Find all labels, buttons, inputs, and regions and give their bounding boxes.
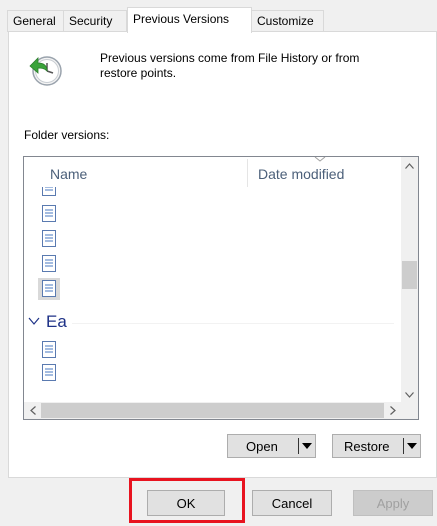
list-item[interactable] — [42, 187, 342, 197]
column-date-label: Date modified — [258, 166, 345, 182]
scrollbar-corner — [401, 402, 418, 419]
list-item[interactable] — [42, 228, 342, 250]
scroll-left-button[interactable] — [24, 402, 41, 419]
document-icon — [42, 364, 56, 381]
scroll-down-button[interactable] — [401, 386, 418, 403]
chevron-down-icon[interactable] — [28, 316, 40, 326]
tab-customize[interactable]: Customize — [251, 10, 324, 32]
apply-button-label: Apply — [376, 496, 410, 511]
vertical-scroll-thumb[interactable] — [402, 261, 417, 289]
column-header-date-modified[interactable]: Date modified — [258, 157, 398, 189]
info-text: Previous versions come from File History… — [100, 51, 400, 81]
list-item[interactable] — [42, 253, 342, 275]
document-icon — [42, 205, 56, 222]
folder-versions-label: Folder versions: — [24, 128, 110, 142]
tab-previous-versions[interactable]: Previous Versions — [127, 7, 252, 33]
column-separator[interactable] — [247, 159, 248, 187]
split-separator — [403, 438, 404, 454]
column-header-name[interactable]: Name — [50, 157, 246, 189]
column-name-label: Name — [50, 166, 88, 182]
horizontal-scrollbar[interactable] — [24, 402, 418, 419]
dropdown-arrow-icon[interactable] — [302, 443, 312, 449]
group-divider — [72, 323, 394, 324]
open-split-button[interactable]: Open — [227, 434, 316, 458]
info-line-2: restore points. — [100, 66, 177, 80]
dropdown-arrow-icon[interactable] — [407, 443, 417, 449]
apply-button[interactable]: Apply — [353, 490, 433, 516]
group-label: Ea — [46, 312, 67, 331]
scroll-right-button[interactable] — [384, 402, 401, 419]
chevron-down-icon — [405, 391, 414, 398]
tab-general-label: General — [13, 14, 56, 28]
document-icon — [42, 230, 56, 247]
list-item[interactable] — [42, 203, 342, 225]
open-button-label: Open — [246, 439, 278, 454]
tab-strip: General Security Previous Versions Custo… — [0, 0, 437, 33]
cancel-button[interactable]: Cancel — [252, 490, 332, 516]
document-icon — [42, 341, 56, 358]
tab-customize-label: Customize — [257, 14, 314, 28]
document-icon — [42, 187, 56, 196]
chevron-left-icon — [29, 406, 36, 415]
scroll-up-button[interactable] — [401, 157, 418, 174]
tab-security-label: Security — [69, 14, 113, 28]
tab-previous-versions-label: Previous Versions — [133, 12, 230, 26]
chevron-up-icon — [405, 162, 414, 169]
info-line-1: Previous versions come from File History… — [100, 51, 360, 65]
folder-versions-list[interactable]: Name Date modified Ea — [23, 156, 419, 420]
list-item[interactable] — [42, 362, 342, 384]
document-icon — [42, 255, 56, 272]
ok-button-highlight — [129, 478, 245, 523]
restore-button-label: Restore — [344, 439, 390, 454]
restore-split-button[interactable]: Restore — [332, 434, 421, 458]
tab-general[interactable]: General — [7, 10, 64, 32]
group-header[interactable]: Ea — [24, 311, 394, 335]
horizontal-scroll-thumb[interactable] — [41, 403, 384, 418]
document-icon — [42, 280, 56, 297]
tab-security[interactable]: Security — [63, 10, 127, 32]
split-separator — [298, 438, 299, 454]
vertical-scrollbar[interactable] — [401, 157, 418, 403]
chevron-right-icon — [389, 406, 396, 415]
list-item[interactable] — [42, 339, 342, 361]
cancel-button-label: Cancel — [271, 496, 313, 511]
file-history-clock-icon — [29, 56, 62, 86]
previous-versions-panel: Previous versions come from File History… — [8, 31, 437, 478]
list-item-selected[interactable] — [38, 278, 60, 300]
